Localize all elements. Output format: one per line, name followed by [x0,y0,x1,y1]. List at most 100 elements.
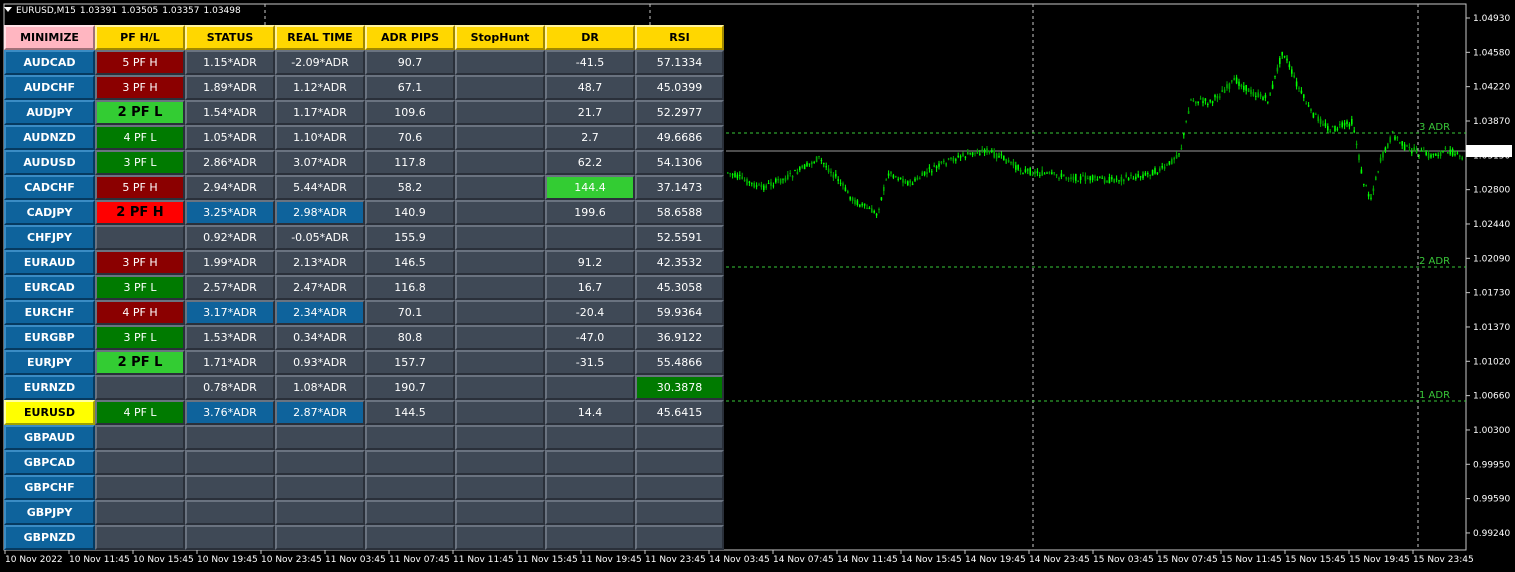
stophunt-cell [455,400,545,425]
status-cell: 2.57*ADR [185,275,275,300]
candle-body [818,156,820,158]
candle-body [1010,161,1012,164]
pair-button-audchf[interactable]: AUDCHF [4,75,95,100]
pair-button-eurusd[interactable]: EURUSD [4,400,95,425]
candle-body [1432,153,1435,156]
candle-body [1089,176,1091,181]
pair-button-gbpaud[interactable]: GBPAUD [4,425,95,450]
chart-window[interactable]: 1.049301.045801.042201.038701.031501.028… [0,0,1515,572]
pair-button-audjpy[interactable]: AUDJPY [4,100,95,125]
candle-body [1427,153,1430,159]
candle-body [979,153,981,155]
candle-body [1459,155,1461,157]
candle-body [892,175,895,178]
time-axis-label: 15 Nov 11:45 [1221,555,1282,565]
stophunt-cell [455,175,545,200]
candle-body [1257,92,1259,97]
candle-body [1216,96,1219,99]
pair-button-cadjpy[interactable]: CADJPY [4,200,95,225]
pair-button-cadchf[interactable]: CADCHF [4,175,95,200]
candle-body [1382,151,1384,158]
adr-pips-cell: 70.6 [365,125,455,150]
candle-body [1207,103,1209,105]
candle-body [1391,130,1394,133]
adr-pips-cell: 58.2 [365,175,455,200]
candle-body [1108,176,1111,184]
candle-body [1051,172,1053,174]
candle-body [895,176,897,178]
pf-cell: 4 PF L [95,125,185,150]
pair-button-gbpnzd[interactable]: GBPNZD [4,525,95,550]
stophunt-cell [455,125,545,150]
pf-cell: 3 PF H [95,250,185,275]
dr-cell: 144.4 [545,175,635,200]
header-real-time: REAL TIME [275,25,365,50]
candle-body [1130,174,1132,176]
candle-body [995,153,998,159]
pair-button-eurcad[interactable]: EURCAD [4,275,95,300]
stophunt-cell [455,100,545,125]
candle-body [1031,174,1034,176]
real-time-cell: 2.47*ADR [275,275,365,300]
status-cell: 3.17*ADR [185,300,275,325]
candle-body [1190,99,1192,101]
pair-button-gbpjpy[interactable]: GBPJPY [4,500,95,525]
candle-body [1173,157,1175,160]
pair-button-audnzd[interactable]: AUDNZD [4,125,95,150]
pf-cell: 2 PF H [95,200,185,225]
ohlc-high: 1.03505 [121,6,159,16]
pair-button-eurgbp[interactable]: EURGBP [4,325,95,350]
candle-body [1144,172,1147,176]
header-stophunt: StopHunt [455,25,545,50]
pair-button-eurchf[interactable]: EURCHF [4,300,95,325]
candle-body [1120,177,1123,182]
chart-menu-triangle-icon[interactable] [4,7,12,12]
dr-cell [545,475,635,500]
rsi-cell [635,525,724,550]
candle-body [777,179,779,181]
candle-body [947,158,950,160]
pf-cell: 2 PF L [95,350,185,375]
candle-body [1168,161,1171,165]
candle-body [787,174,789,180]
status-cell: 0.92*ADR [185,225,275,250]
candle-body [854,199,856,205]
candle-body [935,166,938,169]
dr-cell: 48.7 [545,75,635,100]
candle-body [1082,175,1084,177]
candle-body [1322,124,1324,126]
candle-body [770,182,772,186]
adr-pips-cell: 140.9 [365,200,455,225]
pair-button-eurjpy[interactable]: EURJPY [4,350,95,375]
real-time-cell: 1.10*ADR [275,125,365,150]
rsi-cell: 58.6588 [635,200,724,225]
candle-body [1291,69,1293,74]
pair-button-euraud[interactable]: EURAUD [4,250,95,275]
candle-body [931,171,933,173]
candle-body [1343,122,1346,126]
candle-body [962,153,964,157]
rsi-cell: 45.0399 [635,75,724,100]
minimize-button[interactable]: MINIMIZE [4,25,95,50]
candle-body [1334,125,1336,132]
candle-body [1058,178,1060,180]
candle-body [943,160,945,163]
candle-body [1372,188,1375,192]
candle-body [748,181,751,183]
candle-body [890,171,892,174]
pair-button-gbpcad[interactable]: GBPCAD [4,450,95,475]
candle-body [1319,118,1322,124]
pair-button-chfjpy[interactable]: CHFJPY [4,225,95,250]
stophunt-cell [455,450,545,475]
candle-body [1387,143,1389,148]
candle-body [1226,84,1228,89]
candle-body [799,167,801,171]
candle-body [1346,121,1348,124]
rsi-cell [635,425,724,450]
pair-button-gbpchf[interactable]: GBPCHF [4,475,95,500]
pair-button-audcad[interactable]: AUDCAD [4,50,95,75]
pair-button-eurnzd[interactable]: EURNZD [4,375,95,400]
pair-button-audusd[interactable]: AUDUSD [4,150,95,175]
candle-body [1043,173,1046,175]
candle-body [1418,154,1420,156]
